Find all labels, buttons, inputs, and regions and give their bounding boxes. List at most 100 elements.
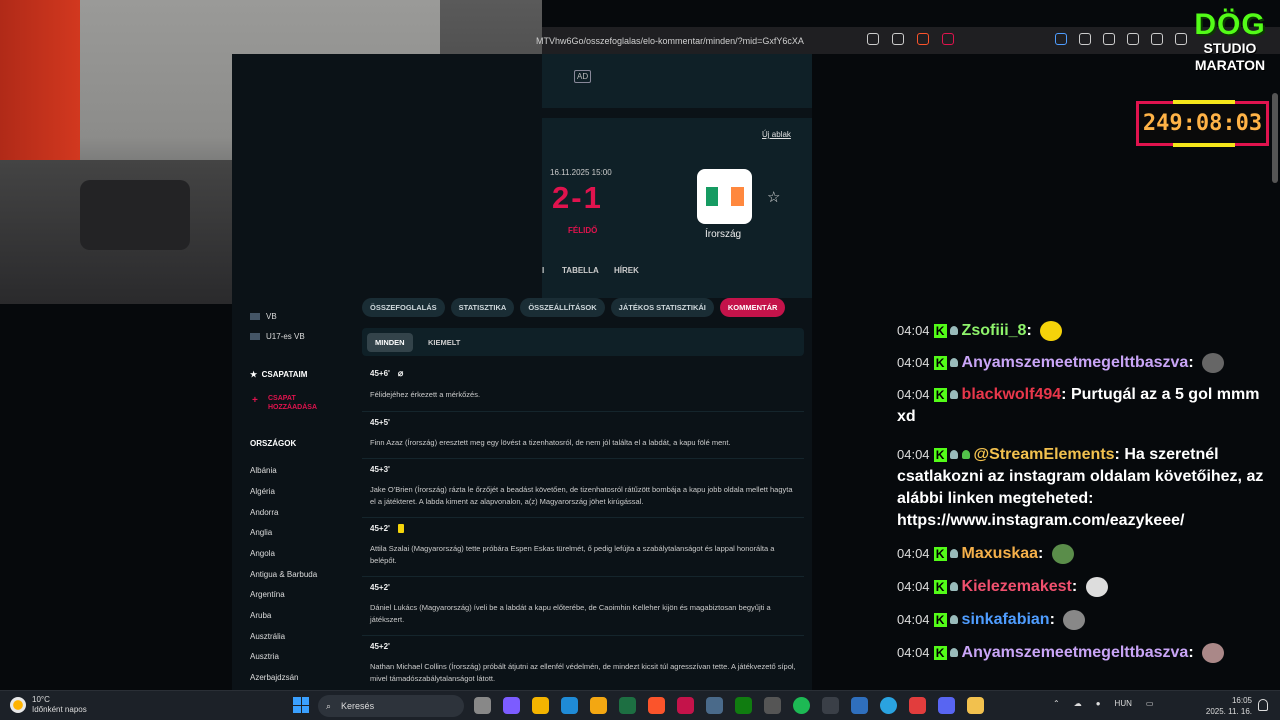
country-item[interactable]: Antigua & Barbuda <box>250 570 317 579</box>
ireland-flag-icon <box>705 187 744 206</box>
system-clock[interactable]: 16:05 2025. 11. 16. <box>1204 695 1252 717</box>
search-icon: ⌕ <box>326 700 332 711</box>
chat-username: blackwolf494 <box>961 386 1062 403</box>
kick-badge-icon: K <box>933 387 947 402</box>
brave-icon[interactable] <box>648 697 665 714</box>
country-item[interactable]: Argentína <box>250 590 285 599</box>
nav-item-vb[interactable]: VB <box>250 312 277 321</box>
copilot-icon[interactable] <box>503 697 520 714</box>
taskbar-apps <box>474 697 984 714</box>
sidebar-icon[interactable] <box>1151 33 1163 45</box>
commentary-text: Jake O'Brien (Írország) rázta le őrzőjét… <box>370 485 793 506</box>
subtab-summary[interactable]: ÖSSZEFOGLALÁS <box>362 298 445 317</box>
user-badge-icon <box>949 450 958 460</box>
file-explorer-icon[interactable] <box>532 697 549 714</box>
new-window-link[interactable]: Új ablak <box>762 130 791 139</box>
rockstar-icon[interactable] <box>967 697 984 714</box>
chat-scrollbar[interactable] <box>1272 88 1278 688</box>
user-badge-icon <box>949 390 958 400</box>
tab-news[interactable]: HÍREK <box>614 266 639 275</box>
country-item[interactable]: Azerbajdzsán <box>250 673 298 682</box>
calculator-icon[interactable] <box>851 697 868 714</box>
audio-icon[interactable] <box>1055 33 1067 45</box>
chat-username: Kielezemakest <box>961 578 1072 595</box>
address-bar-icons <box>867 33 954 45</box>
user-badge-icon <box>949 648 958 658</box>
settings-icon[interactable] <box>706 697 723 714</box>
system-tray: ⌃ ☁ ● HUN ▭ <box>1053 699 1153 708</box>
sub-tabs: ÖSSZEFOGLALÁS STATISZTIKA ÖSSZEÁLLÍTÁSOK… <box>362 298 786 317</box>
excel-icon[interactable] <box>619 697 636 714</box>
wallet-icon[interactable] <box>1175 33 1187 45</box>
commentary-item: 45+3' Jake O'Brien (Írország) rázta le ő… <box>362 459 804 518</box>
telegram-icon[interactable] <box>880 697 897 714</box>
commentary-text: Finn Azaz (Írország) eresztett meg egy l… <box>370 437 731 447</box>
brave-rewards-icon[interactable] <box>942 33 954 45</box>
commentary-text: Dániel Lukács (Magyarország) íveli be a … <box>370 603 771 624</box>
language-indicator[interactable]: HUN <box>1115 699 1132 708</box>
subtab-statistics[interactable]: STATISZTIKA <box>450 298 515 317</box>
scrollbar-thumb[interactable] <box>1272 93 1278 183</box>
terminal-icon[interactable] <box>764 697 781 714</box>
share-icon[interactable] <box>892 33 904 45</box>
weather-widget[interactable]: 10°C Időnként napos <box>10 695 87 715</box>
chat-username: sinkafabian <box>961 611 1050 628</box>
spotify-icon[interactable] <box>793 697 810 714</box>
country-item[interactable]: Algéria <box>250 487 275 496</box>
store-icon[interactable] <box>590 697 607 714</box>
brave-shield-icon[interactable] <box>917 33 929 45</box>
emote-icon <box>1040 320 1063 341</box>
subtab-lineups[interactable]: ÖSSZEÁLLÍTÁSOK <box>520 298 605 317</box>
windows-start-icon[interactable] <box>293 697 309 713</box>
subtab-player-stats[interactable]: JÁTÉKOS STATISZTIKÁI <box>610 298 714 317</box>
task-view-icon[interactable] <box>474 697 491 714</box>
country-item[interactable]: Andorra <box>250 508 278 517</box>
cast-icon[interactable] <box>867 33 879 45</box>
add-team-link[interactable]: + CSAPAT HOZZÁADÁSA <box>252 394 332 412</box>
favorite-star-icon[interactable]: ☆ <box>767 188 780 206</box>
xbox-icon[interactable] <box>735 697 752 714</box>
kick-badge-icon: K <box>933 612 947 627</box>
chat-message: 04:04 K Anyamszemeetmegelttbaszva: <box>897 642 1275 664</box>
kick-badge-icon: K <box>933 579 947 594</box>
tab-table[interactable]: TABELLA <box>562 266 599 275</box>
country-item[interactable]: Angola <box>250 549 275 558</box>
network-icon[interactable]: ▭ <box>1146 699 1154 708</box>
nav-item-u17-vb[interactable]: U17-es VB <box>250 332 305 341</box>
app-8-icon[interactable] <box>909 697 926 714</box>
filter-all[interactable]: MINDEN <box>367 333 413 352</box>
country-item[interactable]: Aruba <box>250 611 271 620</box>
edge-icon[interactable] <box>561 697 578 714</box>
user-badge-icon <box>949 358 958 368</box>
microphone-icon[interactable]: ● <box>1096 699 1101 708</box>
country-item[interactable]: Ausztria <box>250 652 279 661</box>
obs-icon[interactable] <box>822 697 839 714</box>
taskbar-search[interactable]: ⌕ Keresés <box>318 695 464 717</box>
chat-message: 04:04 K @StreamElements: Ha szeretnél csat… <box>897 446 1264 529</box>
app-icon[interactable] <box>677 697 694 714</box>
media-icon[interactable] <box>1103 33 1115 45</box>
away-team-name[interactable]: Írország <box>705 229 741 240</box>
commentary-time: 45+2' <box>370 642 390 651</box>
match-score: 2-1 <box>552 180 603 215</box>
yellow-card-icon <box>397 524 404 533</box>
extensions-icon[interactable] <box>1079 33 1091 45</box>
subtab-commentary[interactable]: KOMMENTÁR <box>719 298 786 317</box>
emote-icon <box>1063 609 1086 630</box>
cloud-icon[interactable]: ☁ <box>1074 699 1082 708</box>
tab-partial[interactable]: I <box>542 266 544 275</box>
chat-username: Maxuskaa <box>961 545 1039 562</box>
filter-highlighted[interactable]: KIEMELT <box>420 333 468 352</box>
country-item[interactable]: Albánia <box>250 466 277 475</box>
marathon-timer: 249:08:03 <box>1136 100 1269 147</box>
country-item[interactable]: Ausztrália <box>250 632 285 641</box>
chevron-up-icon[interactable]: ⌃ <box>1053 699 1060 708</box>
country-item[interactable]: Anglia <box>250 528 272 537</box>
away-team-logo[interactable] <box>697 169 752 224</box>
notification-bell-icon[interactable] <box>1258 699 1268 711</box>
discord-icon[interactable] <box>938 697 955 714</box>
address-bar[interactable]: MTVhw6Go/osszefoglalas/elo-kommentar/min… <box>536 36 804 46</box>
music-icon[interactable] <box>1127 33 1139 45</box>
emote-icon <box>1202 352 1225 373</box>
weather-sun-icon <box>10 697 26 713</box>
